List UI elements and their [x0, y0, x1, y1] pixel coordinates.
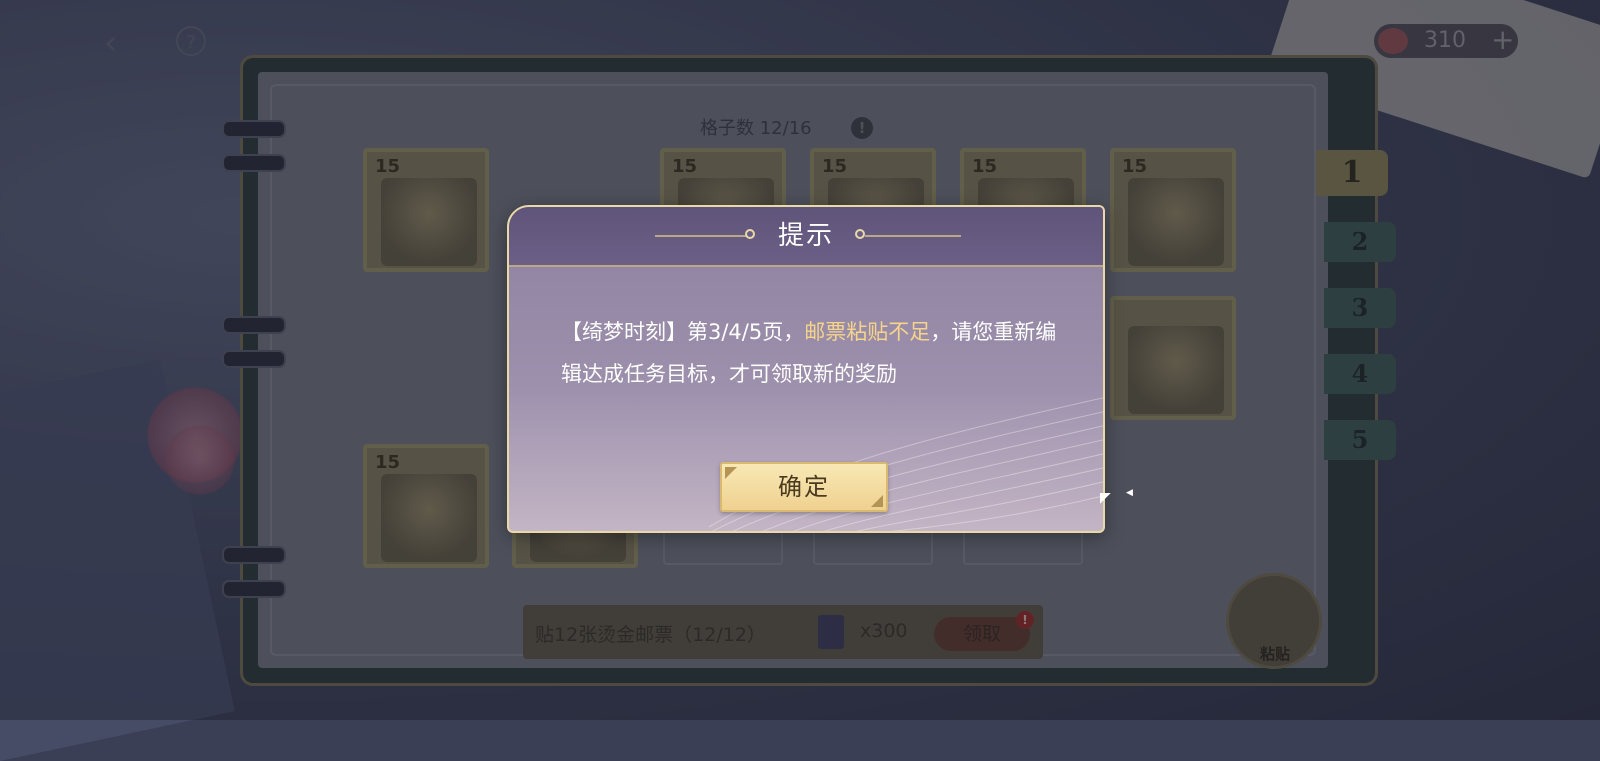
confirm-button-label: 确定: [778, 473, 830, 501]
message-text: 【绮梦时刻】第3/4/5页，: [561, 320, 805, 344]
confirm-button[interactable]: 确定: [720, 462, 888, 512]
button-corner-ornament: [871, 495, 883, 507]
button-corner-ornament: [725, 467, 737, 479]
sparkle-icon: ◤: [1100, 490, 1111, 506]
dialog-title: 提示: [777, 221, 834, 251]
message-highlight: 邮票粘贴不足: [804, 320, 931, 344]
sparkle-icon: ◀: [1126, 488, 1133, 498]
dialog-message: 【绮梦时刻】第3/4/5页，邮票粘贴不足，请您重新编辑达成任务目标，才可领取新的…: [561, 311, 1061, 395]
